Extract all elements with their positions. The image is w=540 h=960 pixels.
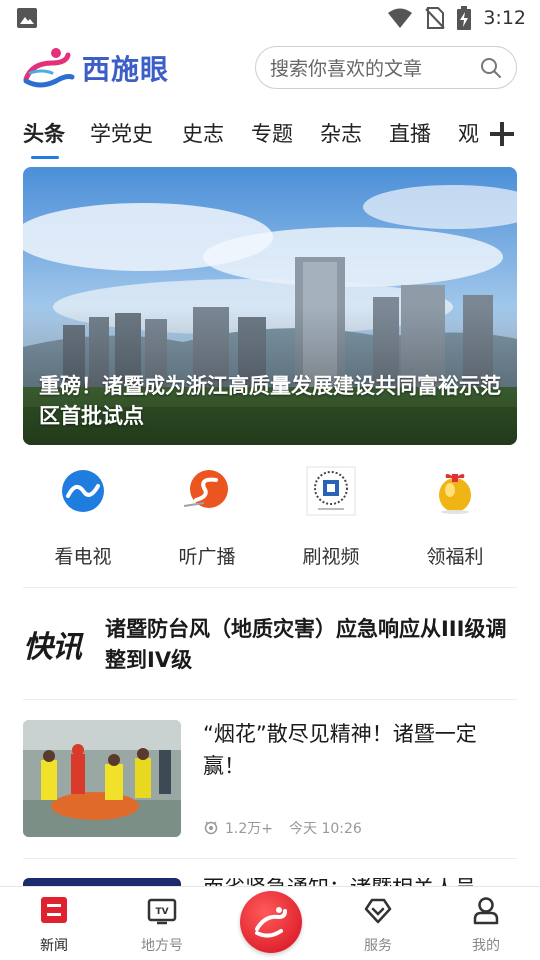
status-time: 3:12 [483, 7, 526, 29]
nav-news[interactable]: 新闻 [14, 895, 94, 955]
tab-party-history[interactable]: 学党史 [90, 118, 153, 148]
divider [23, 587, 517, 588]
nav-services[interactable]: 服务 [338, 895, 418, 955]
status-bar: 3:12 [0, 0, 540, 36]
divider [23, 699, 517, 700]
qr-code-icon [306, 466, 356, 516]
bottom-navigation: 新闻 TV 地方号 服务 我的 [0, 886, 540, 960]
category-tabs: 头条 学党史 史志 专题 杂志 直播 观 [0, 108, 540, 160]
wifi-icon [388, 8, 413, 28]
flash-news-text: 诸暨防台风（地质灾害）应急响应从III级调整到IV级 [105, 617, 507, 672]
xishiyan-logo-icon [23, 48, 75, 88]
nav-label: 地方号 [141, 938, 183, 954]
eye-views-icon [204, 821, 218, 835]
image-notification-icon [17, 8, 37, 28]
flash-news[interactable]: 快讯 诸暨防台风（地质灾害）应急响应从III级调整到IV级 [23, 612, 517, 682]
tab-live[interactable]: 直播 [389, 118, 431, 148]
article-thumbnail [23, 720, 181, 837]
article-time: 今天 10:26 [289, 821, 362, 837]
battery-charging-icon [457, 6, 472, 30]
news-icon [41, 897, 67, 923]
quick-entry-watch-video[interactable]: 刷视频 [281, 460, 381, 570]
article-item[interactable]: “烟花”散尽见精神！诸暨一定赢！ 1.2万+ 今天 10:26 [23, 720, 517, 838]
app-logo[interactable]: 西施眼 [22, 44, 172, 92]
article-title: “烟花”散尽见精神！诸暨一定赢！ [203, 722, 477, 778]
quick-entry-label: 听广播 [178, 546, 236, 568]
tab-headlines[interactable]: 头条 [23, 118, 65, 148]
nav-label: 新闻 [40, 938, 68, 954]
rescue-photo-image [23, 720, 181, 837]
nav-center-home[interactable] [240, 891, 302, 953]
search-input[interactable]: 搜索你喜欢的文章 [255, 46, 517, 89]
tab-topics[interactable]: 专题 [251, 118, 293, 148]
app-header: 西施眼 搜索你喜欢的文章 [0, 40, 540, 96]
nav-local-accounts[interactable]: TV 地方号 [122, 895, 202, 955]
search-placeholder: 搜索你喜欢的文章 [270, 58, 423, 80]
active-tab-indicator [31, 156, 59, 159]
tab-magazine[interactable]: 杂志 [320, 118, 362, 148]
logo-text: 西施眼 [82, 53, 170, 86]
quick-entry-label: 看电视 [54, 546, 112, 568]
divider [23, 858, 517, 859]
tv-icon: TV [147, 898, 177, 925]
article-views: 1.2万+ [225, 821, 273, 837]
nav-label: 我的 [472, 938, 500, 954]
add-tab-icon[interactable] [488, 116, 516, 150]
nav-my-profile[interactable]: 我的 [446, 895, 526, 955]
center-logo-icon [255, 907, 287, 938]
quick-entry-watch-tv[interactable]: 看电视 [33, 460, 133, 570]
headline-banner[interactable]: 重磅！诸暨成为浙江高质量发展建设共同富裕示范区首批试点 [23, 167, 517, 445]
svg-text:TV: TV [155, 907, 168, 917]
no-sim-icon [425, 7, 446, 29]
tab-view-partial[interactable]: 观 [458, 118, 484, 148]
quick-entry-label: 刷视频 [302, 546, 360, 568]
tv-logo-icon [62, 470, 104, 512]
search-icon [481, 57, 501, 78]
tab-chronicles[interactable]: 史志 [182, 118, 224, 148]
service-icon [364, 898, 392, 924]
quick-entries: 看电视 听广播 刷视频 领福利 [0, 460, 540, 580]
user-icon [473, 897, 499, 925]
radio-logo-icon [183, 470, 228, 508]
golden-egg-icon [439, 474, 471, 514]
flash-news-tag: 快讯 [23, 630, 82, 665]
quick-entry-get-rewards[interactable]: 领福利 [405, 460, 505, 570]
banner-caption: 重磅！诸暨成为浙江高质量发展建设共同富裕示范区首批试点 [39, 374, 501, 428]
quick-entry-listen-radio[interactable]: 听广播 [157, 460, 257, 570]
nav-label: 服务 [364, 938, 392, 954]
article-meta: 1.2万+ 今天 10:26 [203, 818, 362, 838]
quick-entry-label: 领福利 [426, 546, 484, 568]
